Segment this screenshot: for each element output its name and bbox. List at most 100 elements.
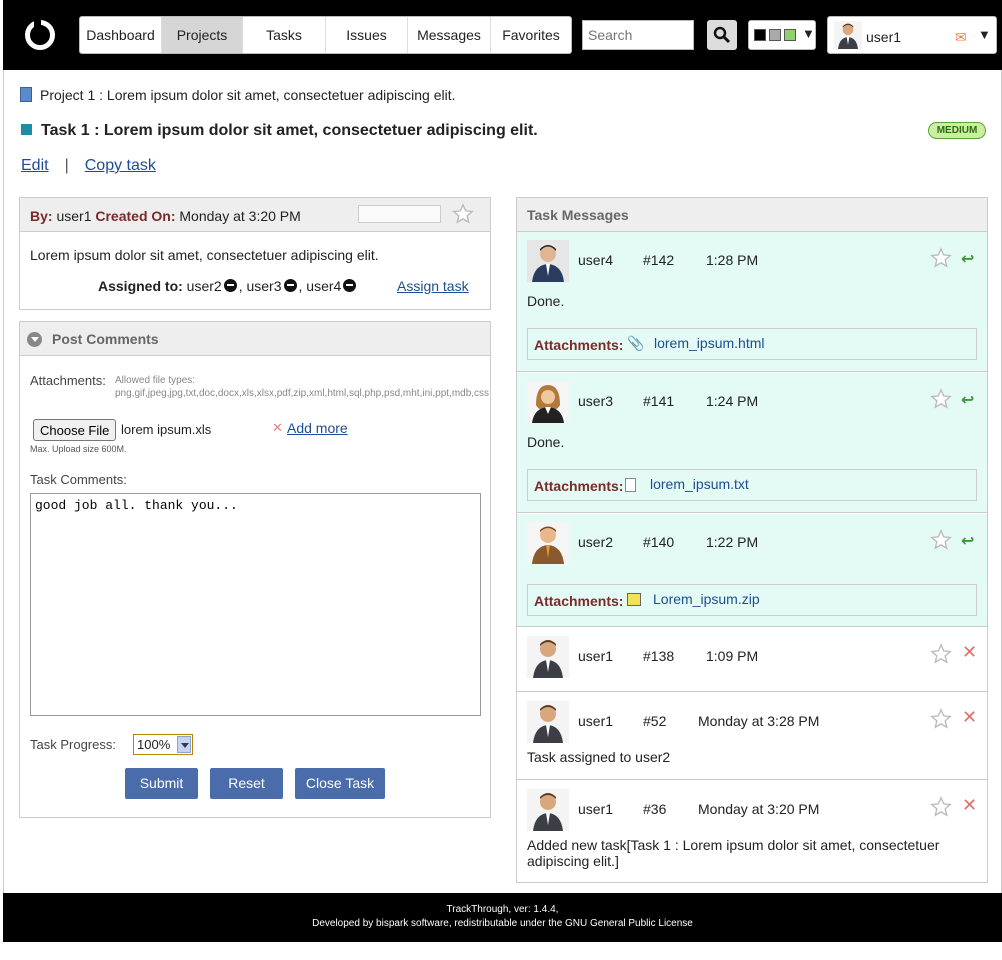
book-icon	[20, 87, 32, 102]
message-number: #142	[643, 252, 675, 268]
star-icon[interactable]	[930, 247, 952, 269]
message-user: user1	[578, 648, 614, 664]
task-meta: By: user1 Created On: Monday at 3:20 PM	[30, 208, 301, 224]
avatar	[527, 789, 569, 831]
task-messages-header: Task Messages	[517, 198, 987, 232]
nav-issues[interactable]: Issues	[326, 17, 408, 53]
remove-icon[interactable]	[343, 279, 357, 292]
panel-title: Task Messages	[527, 207, 629, 223]
reply-icon[interactable]: ↩	[961, 249, 974, 269]
edit-link[interactable]: Edit	[21, 157, 49, 174]
message-time: Monday at 3:20 PM	[698, 801, 820, 817]
collapse-icon[interactable]	[27, 332, 42, 347]
mail-icon[interactable]: ✉	[955, 29, 967, 46]
copy-task-link[interactable]: Copy task	[85, 157, 156, 174]
reset-button[interactable]: Reset	[210, 768, 283, 799]
project-breadcrumb[interactable]: Project 1 : Lorem ipsum dolor sit amet, …	[20, 87, 456, 103]
theme-swatch-green[interactable]	[784, 29, 796, 41]
logo-icon[interactable]	[25, 19, 55, 50]
remove-icon[interactable]	[283, 279, 297, 292]
search-input[interactable]	[582, 20, 694, 50]
top-bar: Dashboard Projects Tasks Issues Messages…	[3, 0, 1002, 70]
panel-title: Post Comments	[52, 331, 159, 347]
post-comments-panel: Post Comments Attachments: Allowed file …	[19, 321, 491, 818]
star-icon[interactable]	[930, 388, 952, 410]
selected-file-name: lorem ipsum.xls	[121, 422, 212, 437]
assign-task-link[interactable]: Assign task	[397, 278, 469, 294]
message-item: user3 #141 1:24 PM ↩ Done. Attachments: …	[517, 373, 987, 513]
message-text: Done.	[527, 293, 565, 309]
nav-dashboard[interactable]: Dashboard	[80, 17, 162, 53]
zip-file-icon	[627, 593, 641, 606]
reply-icon[interactable]: ↩	[961, 390, 974, 410]
text-file-icon	[625, 478, 636, 492]
task-comments-field[interactable]: good job all. thank you...	[30, 493, 481, 716]
message-number: #138	[643, 648, 675, 664]
message-time: 1:09 PM	[706, 648, 759, 664]
star-icon[interactable]	[930, 529, 952, 551]
theme-switcher[interactable]: ▼	[748, 20, 816, 50]
attachments-label: Attachments:	[534, 478, 624, 494]
task-messages-panel: Task Messages user4 #142 1:28 PM ↩ Done.…	[516, 197, 988, 883]
attachments-label: Attachments:	[30, 373, 106, 388]
username: user1	[866, 29, 902, 45]
remove-icon[interactable]	[223, 279, 237, 292]
message-text: Done.	[527, 434, 565, 450]
nav-projects[interactable]: Projects	[162, 17, 243, 53]
paperclip-icon: 📎	[627, 335, 645, 351]
message-text: Task assigned to user2	[527, 749, 671, 765]
search-icon	[713, 26, 731, 44]
star-icon[interactable]	[930, 796, 952, 818]
nav-favorites[interactable]: Favorites	[491, 17, 571, 53]
reply-icon[interactable]: ↩	[961, 531, 974, 551]
avatar	[527, 636, 569, 678]
submit-button[interactable]: Submit	[125, 768, 198, 799]
attachment-link[interactable]: lorem_ipsum.txt	[650, 476, 749, 492]
theme-swatch-gray[interactable]	[769, 29, 781, 41]
close-task-button[interactable]: Close Task	[295, 768, 385, 799]
footer-version: TrackThrough, ver: 1.4.4,	[446, 904, 559, 915]
choose-file-button[interactable]: Choose File	[33, 419, 117, 441]
attachment-link[interactable]: lorem_ipsum.html	[654, 335, 764, 351]
task-progress-select[interactable]: 100%	[133, 734, 193, 755]
theme-swatch-black[interactable]	[754, 29, 766, 41]
message-item: user2 #140 1:22 PM ↩ Attachments: Lorem_…	[517, 514, 987, 627]
star-icon[interactable]	[452, 203, 474, 225]
attachments-label: Attachments:	[534, 337, 624, 353]
user-menu[interactable]: user1 ✉ ▼	[827, 16, 997, 54]
search-button[interactable]	[707, 20, 737, 50]
star-icon[interactable]	[930, 708, 952, 730]
delete-icon[interactable]: ✕	[962, 642, 977, 663]
task-info-panel: By: user1 Created On: Monday at 3:20 PM …	[19, 197, 491, 310]
message-user: user3	[578, 393, 614, 409]
attachment-link[interactable]: Lorem_ipsum.zip	[653, 591, 760, 607]
star-icon[interactable]	[930, 643, 952, 665]
task-actions: Edit | Copy task	[21, 157, 156, 175]
message-item: user4 #142 1:28 PM ↩ Done. Attachments: …	[517, 232, 987, 372]
add-more-link[interactable]: Add more	[287, 420, 348, 436]
by-user: user1	[56, 208, 92, 224]
avatar	[527, 240, 569, 282]
delete-icon[interactable]: ✕	[962, 795, 977, 816]
chevron-down-icon: ▼	[802, 26, 815, 41]
by-label: By:	[30, 208, 53, 224]
page-title: Task 1 : Lorem ipsum dolor sit amet, con…	[21, 122, 538, 140]
delete-icon[interactable]: ✕	[962, 707, 977, 728]
avatar	[527, 381, 569, 423]
post-comments-header[interactable]: Post Comments	[20, 322, 490, 356]
nav-messages[interactable]: Messages	[408, 17, 491, 53]
remove-file-icon[interactable]: ✕	[272, 420, 283, 436]
created-label: Created On:	[95, 208, 176, 224]
task-description: Lorem ipsum dolor sit amet, consectetuer…	[30, 247, 379, 263]
avatar	[527, 522, 569, 564]
message-number: #141	[643, 393, 675, 409]
assigned-list: Assigned to: user2, user3, user4	[98, 278, 358, 294]
max-upload-note: Max. Upload size 600M.	[30, 444, 127, 454]
chevron-down-icon	[177, 736, 191, 753]
footer-credits: Developed by bispark software, redistrib…	[312, 918, 693, 929]
created-on: Monday at 3:20 PM	[179, 208, 301, 224]
task-square-icon	[21, 124, 32, 135]
task-progress-label: Task Progress:	[30, 737, 116, 752]
task-comments-label: Task Comments:	[30, 472, 127, 487]
nav-tasks[interactable]: Tasks	[243, 17, 326, 53]
